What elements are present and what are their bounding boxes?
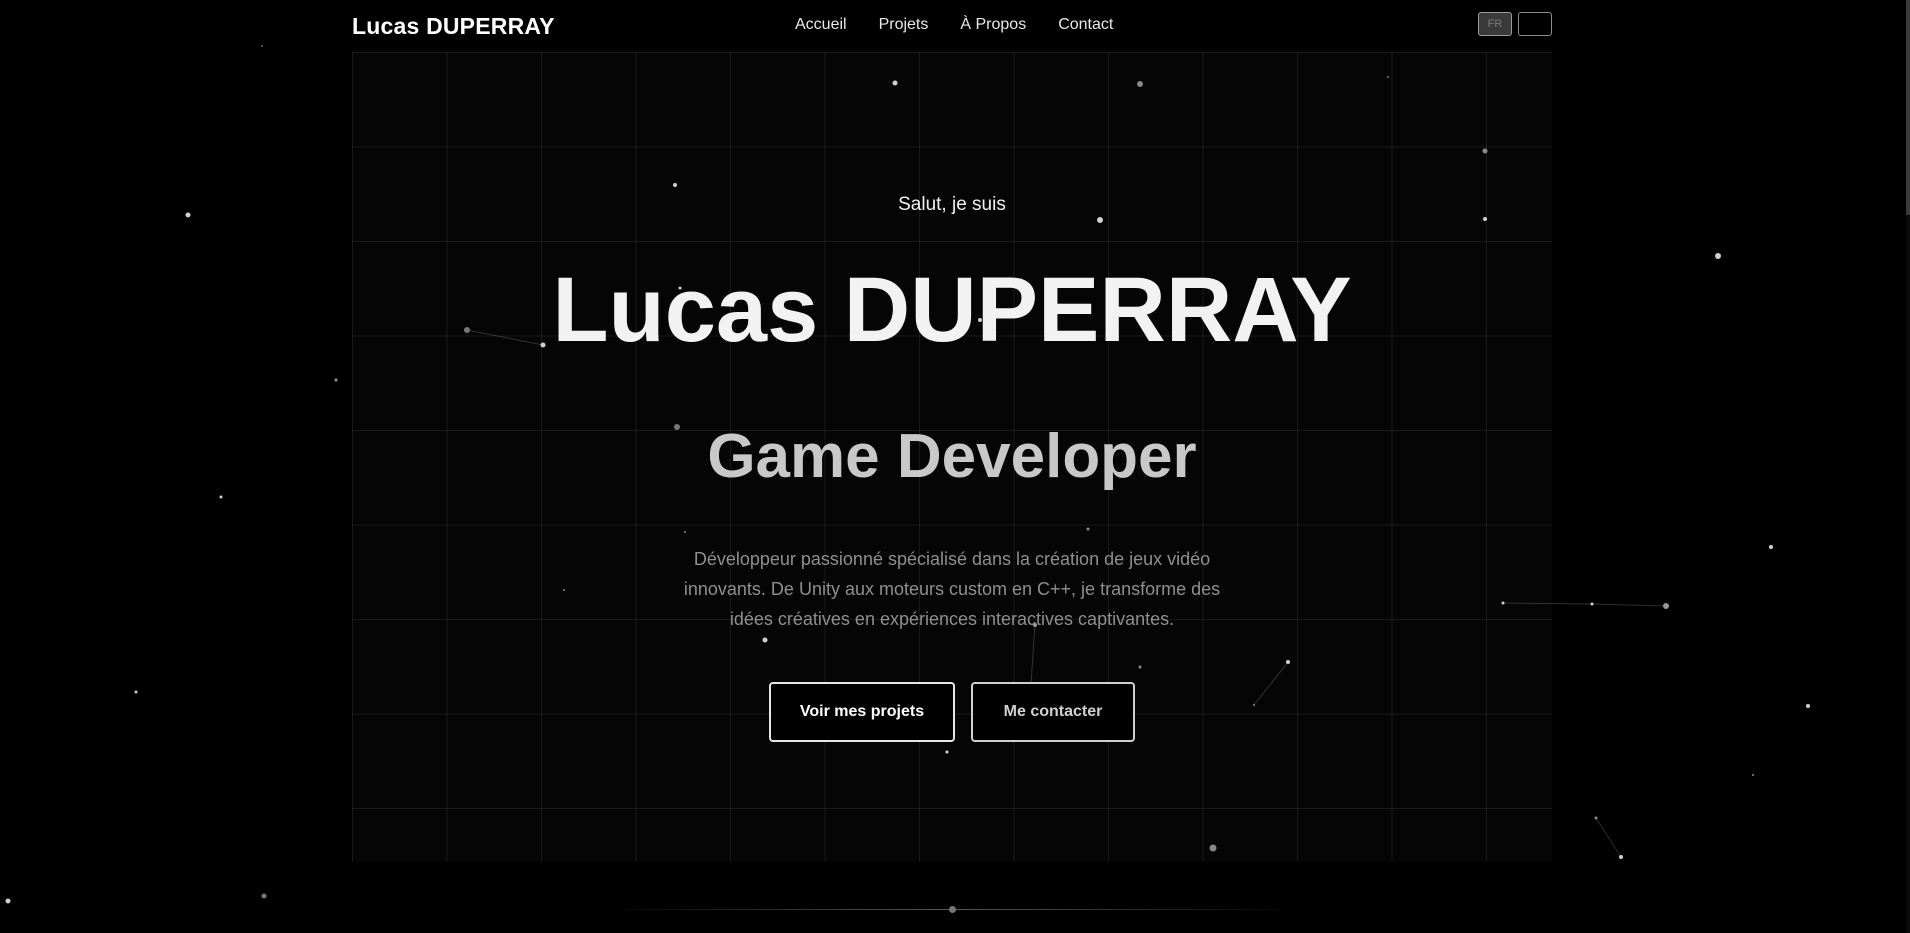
hero-description: Développeur passionné spécialisé dans la…: [683, 549, 1221, 629]
portfolio-page: Lucas DUPERRAY Accueil Projets À Propos …: [0, 0, 1910, 933]
lang-button-en[interactable]: [1518, 12, 1552, 36]
main-menu: Accueil Projets À Propos Contact: [795, 16, 1113, 34]
contact-me-button[interactable]: Me contacter: [971, 682, 1135, 742]
view-projects-button[interactable]: Voir mes projets: [769, 682, 955, 742]
nav-link-a-propos[interactable]: À Propos: [960, 16, 1026, 34]
scroll-indicator-dot: [949, 906, 956, 913]
hero-name: Lucas DUPERRAY: [552, 259, 1352, 361]
hero-role: Game Developer: [707, 422, 1197, 491]
site-logo[interactable]: Lucas DUPERRAY: [352, 13, 555, 40]
hero-greeting: Salut, je suis: [898, 194, 1006, 215]
scrollbar-thumb[interactable]: [1906, 0, 1910, 215]
hero-cta-group: Voir mes projets Me contacter: [352, 682, 1552, 742]
language-switcher: FR: [1478, 12, 1552, 36]
nav-link-contact[interactable]: Contact: [1058, 16, 1113, 34]
page-scrollbar[interactable]: [1906, 0, 1910, 933]
lang-button-fr[interactable]: FR: [1478, 12, 1512, 36]
top-navbar: Lucas DUPERRAY Accueil Projets À Propos …: [352, 0, 1552, 52]
nav-link-accueil[interactable]: Accueil: [795, 16, 847, 34]
hero-section: Salut, je suis Lucas DUPERRAY Game Devel…: [352, 52, 1552, 862]
nav-link-projets[interactable]: Projets: [879, 16, 929, 34]
